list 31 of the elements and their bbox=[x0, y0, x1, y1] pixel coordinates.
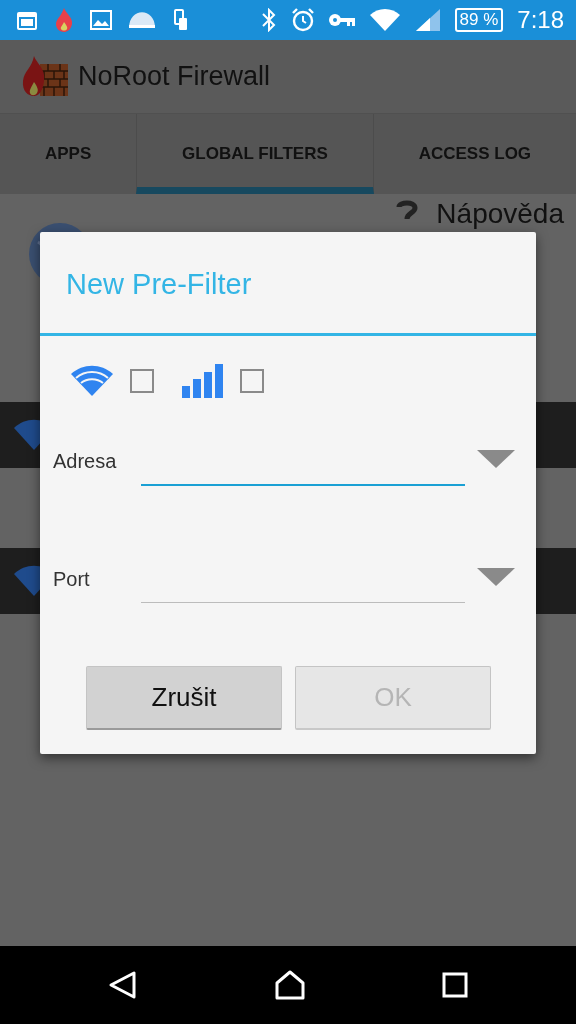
checkbox[interactable] bbox=[240, 369, 264, 393]
dome-icon bbox=[129, 12, 155, 28]
image-icon bbox=[90, 10, 112, 30]
checkbox[interactable] bbox=[130, 369, 154, 393]
dropdown-icon bbox=[477, 450, 515, 468]
signal-icon bbox=[414, 8, 441, 32]
home-icon bbox=[274, 970, 306, 1000]
tab[interactable]: APPS bbox=[0, 114, 137, 194]
key-icon bbox=[328, 13, 355, 27]
field-label: Adresa bbox=[53, 449, 118, 473]
app-title: NoRoot Firewall bbox=[78, 61, 271, 92]
bluetooth-icon bbox=[260, 8, 277, 32]
phone-icon bbox=[172, 9, 188, 31]
dropdown-icon bbox=[477, 568, 515, 586]
help-label[interactable]: Nápověda bbox=[436, 198, 564, 230]
field-label: Port bbox=[53, 567, 91, 591]
wifi-icon bbox=[368, 7, 401, 33]
dialog-button[interactable]: Zrušit bbox=[86, 666, 282, 730]
flame-icon bbox=[55, 8, 73, 32]
recents-icon bbox=[442, 972, 468, 998]
tab[interactable]: ACCESS LOG bbox=[373, 114, 576, 194]
calendar-icon bbox=[16, 9, 38, 31]
signal-bars-icon bbox=[182, 364, 224, 398]
back-icon bbox=[108, 970, 138, 1000]
wifi-icon bbox=[70, 365, 114, 397]
clock-time: 7:18 bbox=[517, 6, 564, 34]
battery-indicator: 89 % bbox=[454, 8, 504, 32]
alarm-icon bbox=[290, 8, 315, 32]
tab[interactable]: GLOBAL FILTERS bbox=[136, 114, 374, 194]
dialog-title: New Pre-Filter bbox=[66, 268, 252, 302]
firewall-logo-icon bbox=[22, 55, 68, 98]
